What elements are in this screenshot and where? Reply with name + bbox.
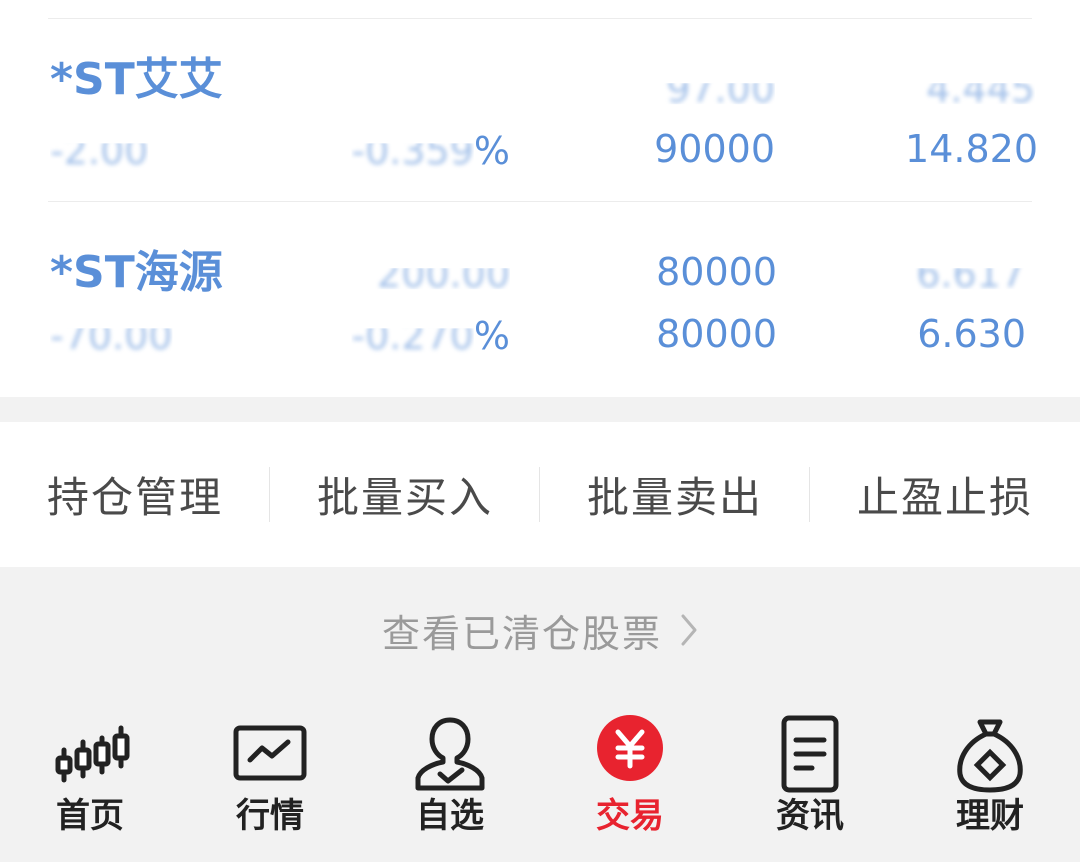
position-action-bar: 持仓管理 批量买入 批量卖出 止盈止损 — [0, 422, 1080, 567]
tab-news[interactable]: 资讯 — [720, 700, 900, 862]
position-shares: 80000 — [656, 250, 777, 294]
view-cleared-stocks-label: 查看已清仓股票 — [381, 611, 662, 656]
holdings-list: *ST艾艾 97.00 4.445 -2.00 -0.359% 90000 14… — [0, 0, 1080, 397]
divider — [269, 467, 270, 522]
row-divider — [48, 201, 1032, 202]
tab-watchlist-label: 自选 — [416, 796, 484, 836]
holding-row[interactable]: *ST艾艾 97.00 4.445 -2.00 -0.359% 90000 14… — [0, 20, 1080, 200]
tab-home[interactable]: 首页 — [0, 700, 180, 862]
available-shares: 80000 — [656, 312, 777, 356]
bottom-tab-bar: 首页 行情 自选 交易 资讯 理财 — [0, 700, 1080, 862]
stock-name: *ST海源 — [50, 247, 223, 298]
tab-trade[interactable]: 交易 — [540, 700, 720, 862]
view-cleared-stocks-link[interactable]: 查看已清仓股票 — [0, 600, 1080, 660]
stock-name: *ST艾艾 — [50, 54, 223, 105]
yuan-icon — [597, 715, 663, 781]
tab-watchlist[interactable]: 自选 — [360, 700, 540, 862]
profit-ratio: -0.270% — [351, 314, 510, 358]
row-divider — [48, 18, 1032, 19]
tab-market[interactable]: 行情 — [180, 700, 360, 862]
market-value: 97.00 — [666, 67, 775, 111]
cost-price: 14.820 — [905, 127, 1038, 171]
document-icon — [781, 715, 839, 793]
divider — [539, 467, 540, 522]
candlestick-icon — [55, 725, 130, 783]
chart-line-icon — [233, 725, 307, 781]
cost-price: 6.630 — [917, 312, 1026, 356]
batch-sell-button[interactable]: 批量卖出 — [540, 422, 810, 567]
money-bag-icon — [957, 719, 1023, 793]
user-check-icon — [415, 717, 485, 791]
profit-loss: -2.00 — [50, 129, 149, 173]
holding-row[interactable]: *ST海源 200.00 80000 6.617 -70.00 -0.270% … — [0, 203, 1080, 383]
market-value: 200.00 — [377, 252, 510, 296]
profit-loss: -70.00 — [50, 314, 173, 358]
current-price: 6.617 — [916, 252, 1025, 296]
chevron-right-icon — [681, 614, 697, 646]
tab-news-label: 资讯 — [776, 796, 844, 836]
available-shares: 90000 — [654, 127, 775, 171]
current-price: 4.445 — [926, 67, 1035, 111]
position-management-button[interactable]: 持仓管理 — [0, 422, 270, 567]
tab-trade-label: 交易 — [596, 796, 664, 836]
tab-home-label: 首页 — [56, 796, 124, 836]
stop-profit-loss-button[interactable]: 止盈止损 — [810, 422, 1080, 567]
divider — [809, 467, 810, 522]
batch-buy-button[interactable]: 批量买入 — [270, 422, 540, 567]
tab-wealth-label: 理财 — [956, 796, 1024, 836]
tab-wealth[interactable]: 理财 — [900, 700, 1080, 862]
tab-market-label: 行情 — [236, 796, 304, 836]
profit-ratio: -0.359% — [351, 129, 510, 173]
